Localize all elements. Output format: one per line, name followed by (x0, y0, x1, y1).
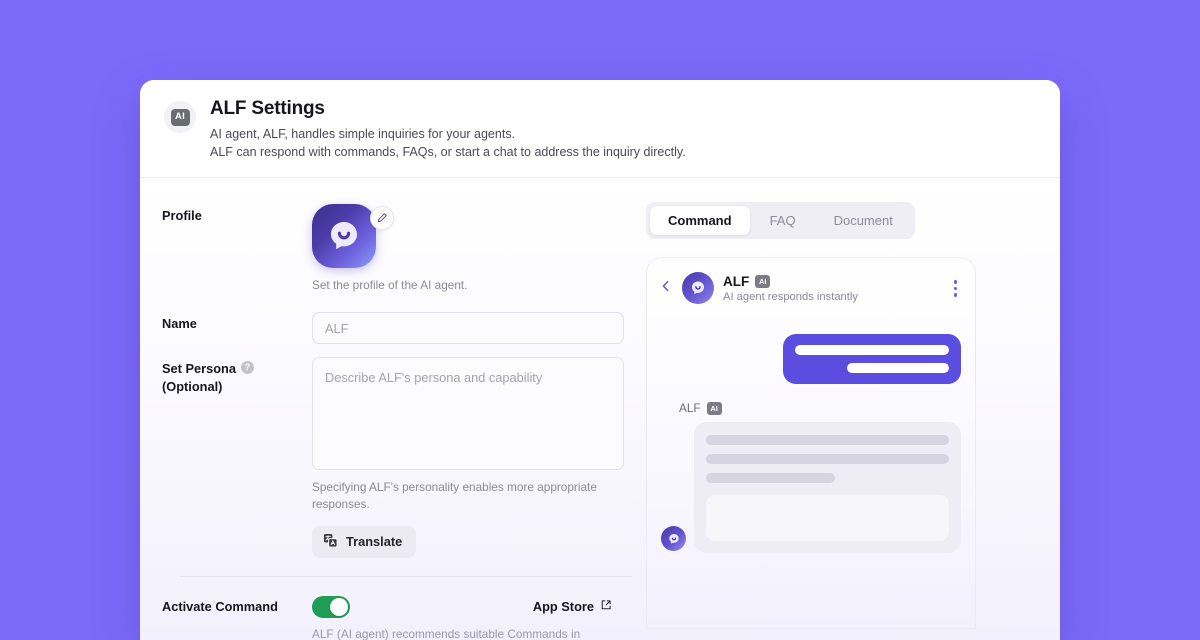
incoming-message-bubble (694, 422, 961, 554)
chat-agent-status: AI agent responds instantly (723, 290, 858, 303)
skeleton-line (706, 454, 949, 465)
toggle-knob (330, 597, 348, 616)
header-text-block: ALF Settings AI agent, ALF, handles simp… (210, 98, 686, 161)
skeleton-line (847, 363, 949, 374)
persona-row: Set Persona (Optional) ? Describe ALF's … (162, 357, 624, 558)
translate-button-label: Translate (346, 534, 403, 550)
activate-command-label: Activate Command (162, 598, 278, 614)
edit-pencil-icon[interactable] (370, 206, 394, 231)
profile-hint: Set the profile of the AI agent. (312, 278, 468, 293)
alf-settings-window: AI ALF Settings AI agent, ALF, handles s… (140, 80, 1060, 640)
app-store-label: App Store (532, 599, 594, 615)
activate-command-hint: ALF (AI agent) recommends suitable Comma… (312, 626, 581, 640)
name-label: Name (162, 316, 197, 332)
card-body: Profile Set the profile of the AI agent.… (140, 178, 1060, 640)
incoming-sender-label: ALF AI (679, 401, 961, 415)
ai-badge-label: AI (170, 108, 190, 126)
activate-command-toggle[interactable] (312, 595, 350, 618)
app-store-link[interactable]: App Store (533, 599, 616, 614)
chat-preview: ALF AI AI agent responds instantly ALF A… (646, 257, 976, 630)
tab-document[interactable]: Document (816, 206, 911, 235)
skeleton-line (795, 345, 949, 356)
persona-label-line-1: Set Persona (162, 361, 236, 377)
chevron-left-icon[interactable] (659, 279, 673, 298)
ai-badge-icon: AI (164, 101, 196, 133)
ai-badge-icon: AI (706, 401, 722, 415)
avatar-wrap (312, 204, 408, 269)
tab-faq[interactable]: FAQ (752, 206, 814, 235)
profile-row: Profile Set the profile of the AI agent. (162, 204, 616, 294)
incoming-message-row (661, 422, 961, 554)
skeleton-line (706, 435, 949, 446)
persona-field-wrap: Describe ALF's persona and capability Sp… (312, 357, 624, 558)
header-subtitle-line-1: AI agent, ALF, handles simple inquiries … (210, 127, 516, 141)
persona-label-line-2: (Optional) (162, 378, 223, 394)
chat-header: ALF AI AI agent responds instantly (647, 258, 975, 316)
chat-agent-name: ALF (723, 273, 750, 289)
ai-badge-icon: AI (755, 274, 771, 288)
settings-form: Profile Set the profile of the AI agent.… (140, 178, 640, 640)
alf-bubble-avatar-icon (661, 526, 686, 552)
name-row: Name ALF (162, 312, 624, 345)
incoming-sender-name: ALF (679, 401, 701, 416)
translate-button[interactable]: Translate (312, 525, 417, 558)
page-title: ALF Settings (210, 98, 325, 119)
profile-field: Set the profile of the AI agent. (312, 204, 616, 294)
header-subtitle-line-2: ALF can respond with commands, FAQs, or … (210, 145, 686, 160)
kebab-menu-icon[interactable] (953, 280, 962, 297)
chat-message-list: ALF AI (647, 316, 975, 554)
alf-bubble-avatar-icon (682, 272, 714, 305)
persona-textarea[interactable]: Describe ALF's persona and capability (312, 357, 624, 471)
profile-label: Profile (162, 208, 202, 224)
persona-label: Set Persona (Optional) ? (162, 357, 312, 395)
preview-panel: Command FAQ Document ALF AI AI agent res… (640, 178, 1060, 640)
name-input[interactable]: ALF (312, 312, 624, 345)
persona-label-text: Set Persona (Optional) (162, 360, 236, 395)
activate-command-row: Activate Command App Store (162, 577, 616, 618)
alf-bubble-avatar-icon[interactable] (312, 204, 376, 269)
preview-tabs: Command FAQ Document (646, 202, 915, 240)
card-header: AI ALF Settings AI agent, ALF, handles s… (140, 80, 1060, 179)
command-card-placeholder (706, 495, 949, 542)
external-link-icon (600, 599, 612, 614)
name-field-wrap: ALF (312, 312, 624, 345)
tab-command[interactable]: Command (650, 206, 750, 236)
outgoing-message-bubble (783, 334, 961, 385)
help-question-icon[interactable]: ? (240, 361, 254, 375)
chat-identity: ALF AI AI agent responds instantly (723, 274, 858, 303)
skeleton-line (706, 473, 835, 484)
persona-hint: Specifying ALF's personality enables mor… (312, 480, 597, 512)
translate-icon (323, 533, 338, 551)
